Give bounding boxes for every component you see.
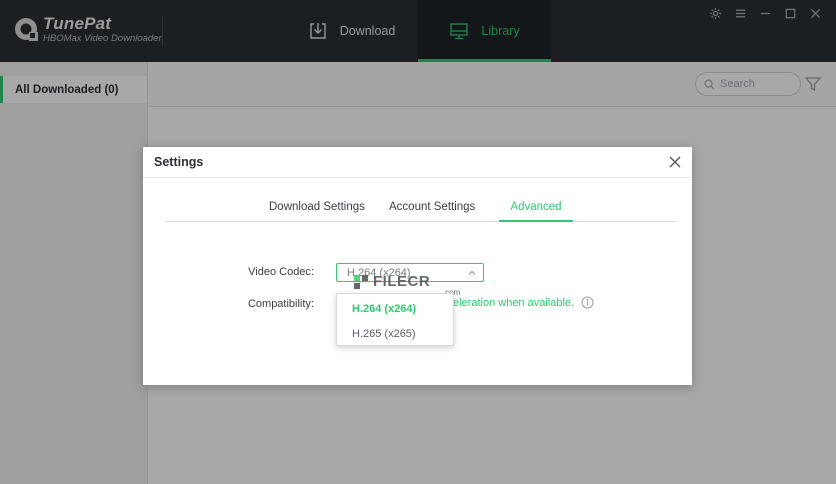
video-codec-dropdown: H.264 (x264) H.265 (x265) <box>336 293 454 346</box>
settings-dialog: Settings Download Settings Account Setti… <box>143 147 692 385</box>
chevron-up-icon <box>468 270 476 275</box>
tab-download-settings[interactable]: Download Settings <box>269 201 365 213</box>
hardware-acceleration-text: eleration when available. <box>453 297 575 309</box>
info-icon[interactable] <box>581 296 594 309</box>
tab-account-settings[interactable]: Account Settings <box>389 201 475 213</box>
dialog-title: Settings <box>154 155 204 169</box>
codec-option-h264[interactable]: H.264 (x264) <box>352 303 416 315</box>
watermark: FILECR <box>353 273 430 290</box>
video-codec-label: Video Codec: <box>248 266 314 278</box>
watermark-logo-icon <box>354 274 368 289</box>
close-icon[interactable] <box>668 155 682 169</box>
codec-option-h265[interactable]: H.265 (x265) <box>352 328 416 340</box>
watermark-text: FILECR <box>373 273 431 290</box>
settings-tabs: Download Settings Account Settings Advan… <box>165 194 677 222</box>
compatibility-label: Compatibility: <box>247 298 314 310</box>
dialog-header: Settings <box>143 147 692 178</box>
tab-advanced[interactable]: Advanced <box>499 201 573 222</box>
